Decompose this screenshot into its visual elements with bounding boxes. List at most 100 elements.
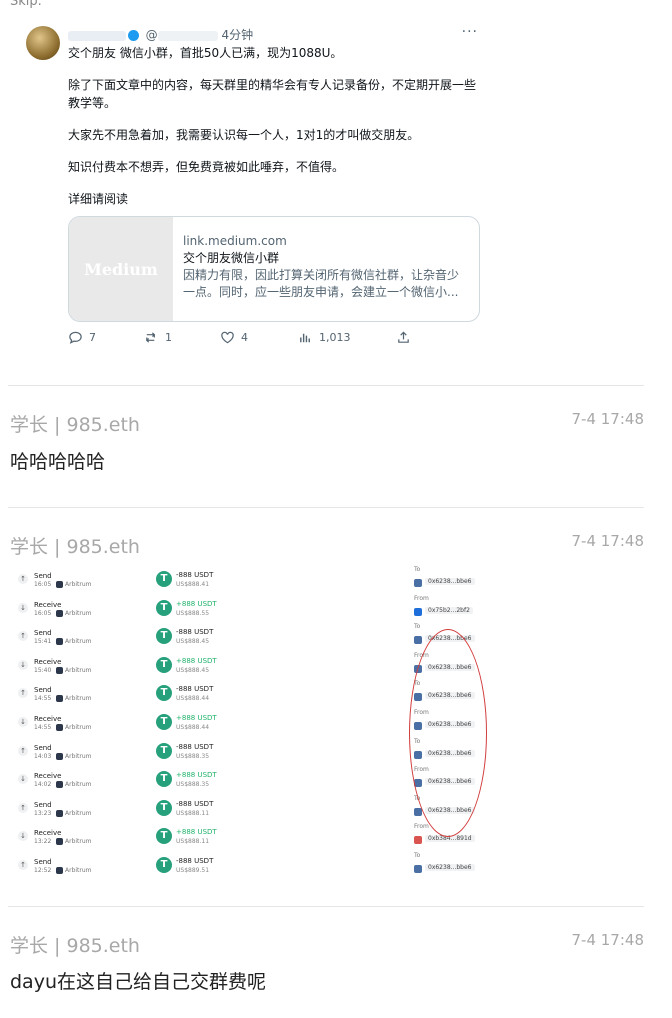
views-count: 1,013 xyxy=(319,331,351,344)
retweet-button[interactable]: 1 xyxy=(144,330,172,345)
arrow-up-icon: ↑ xyxy=(18,688,28,699)
transaction-row[interactable]: ↓ Receive 13:22 Arbitrum T +888 USDT US$888.11… xyxy=(14,823,484,851)
medium-logo: Medium xyxy=(69,217,173,321)
tx-amount: -888 USDT xyxy=(176,628,214,637)
comment-username[interactable]: 学长 | 985.eth xyxy=(10,532,140,559)
tweet-time: 4分钟 xyxy=(221,28,254,42)
like-button[interactable]: 4 xyxy=(220,330,248,345)
tx-amount: -888 USDT xyxy=(176,857,214,865)
tx-network: Arbitrum xyxy=(65,867,92,874)
tx-type: Receive xyxy=(34,772,62,781)
arbitrum-icon xyxy=(56,638,63,646)
comment-username[interactable]: 学长 | 985.eth xyxy=(10,931,140,958)
like-count: 4 xyxy=(241,331,248,344)
tx-direction-label: From xyxy=(414,823,429,831)
tx-amount: -888 USDT xyxy=(176,571,214,579)
tweet-paragraph: 除了下面文章中的内容，每天群里的精华会有专人记录备份，不定期开展一些教学等。 xyxy=(68,78,477,110)
usdt-icon: T xyxy=(156,599,172,616)
tx-amount: +888 USDT xyxy=(176,599,217,608)
arrow-down-icon: ↓ xyxy=(18,774,28,785)
tx-time: 14:03 xyxy=(34,752,52,760)
link-preview-card[interactable]: Medium link.medium.com 交个朋友微信小群 因精力有限，因此… xyxy=(68,216,480,322)
arrow-down-icon: ↓ xyxy=(18,831,28,842)
tx-address[interactable]: 0x6238...bbe6 xyxy=(425,578,475,585)
tx-network: Arbitrum xyxy=(65,666,92,674)
tx-type: Receive xyxy=(34,657,62,666)
usdt-icon: T xyxy=(156,857,172,873)
tx-network: Arbitrum xyxy=(65,781,92,789)
tx-time: 14:02 xyxy=(34,781,52,789)
tx-usd-value: US$888.45 xyxy=(176,638,210,646)
tx-amount: +888 USDT xyxy=(176,771,217,780)
share-button[interactable] xyxy=(396,330,411,345)
transaction-row[interactable]: ↓ Receive 15:40 Arbitrum T +888 USDT US$888.45… xyxy=(14,652,484,680)
arbitrum-icon xyxy=(56,695,63,703)
tx-amount: -888 USDT xyxy=(176,799,214,808)
transaction-screenshot[interactable]: ↑ Send 12:52 Arbitrum T -888 USDT US$889.51 To 0… xyxy=(14,562,487,882)
tx-address[interactable]: 0x6238...bbe6 xyxy=(425,864,475,871)
transaction-row[interactable]: ↑ Send 13:23 Arbitrum T -888 USDT US$888.11 To 0… xyxy=(14,795,484,823)
tx-usd-value: US$888.45 xyxy=(176,666,210,674)
tx-amount: +888 USDT xyxy=(176,656,217,665)
divider xyxy=(8,906,644,907)
tx-time: 15:41 xyxy=(34,638,52,646)
divider xyxy=(8,507,644,508)
arrow-down-icon: ↓ xyxy=(18,602,28,613)
tx-type: Send xyxy=(34,743,52,752)
tx-usd-value: US$888.44 xyxy=(176,724,210,731)
tx-amount: +888 USDT xyxy=(176,828,217,837)
tx-direction-label: To xyxy=(414,566,421,573)
reply-icon xyxy=(69,331,82,344)
tx-time: 12:52 xyxy=(34,867,52,874)
red-circle-annotation xyxy=(409,629,487,837)
tx-type: Send xyxy=(34,800,52,809)
divider xyxy=(8,385,644,386)
tx-direction-label: To xyxy=(414,852,421,859)
tx-amount: -888 USDT xyxy=(176,742,214,751)
link-domain: link.medium.com xyxy=(183,234,287,248)
tx-network: Arbitrum xyxy=(65,752,92,760)
address-avatar-icon xyxy=(414,636,422,645)
arbitrum-icon xyxy=(56,867,63,874)
tx-network: Arbitrum xyxy=(65,695,92,703)
transaction-row[interactable]: ↑ Send 15:41 Arbitrum T -888 USDT US$888.45 To 0… xyxy=(14,623,484,651)
usdt-icon: T xyxy=(156,685,172,702)
tx-usd-value: US$889.51 xyxy=(176,867,210,874)
verified-icon xyxy=(127,30,139,41)
arrow-up-icon: ↑ xyxy=(18,631,28,642)
tx-time: 14:55 xyxy=(34,724,52,731)
tx-usd-value: US$888.11 xyxy=(176,809,210,817)
arbitrum-icon xyxy=(56,581,63,588)
comment-text: 哈哈哈哈哈 xyxy=(10,451,106,473)
arrow-up-icon: ↑ xyxy=(18,574,28,584)
tweet-paragraph: 详细请阅读 xyxy=(68,192,129,206)
tx-time: 16:05 xyxy=(34,609,52,617)
tx-network: Arbitrum xyxy=(65,581,92,588)
comment-text: dayu在这自己给自己交群费呢 xyxy=(10,971,266,993)
arbitrum-icon xyxy=(56,752,63,760)
tx-usd-value: US$888.44 xyxy=(176,695,210,703)
tweet-paragraph: 交个朋友 微信小群，首批50人已满，现为1088U。 xyxy=(68,46,343,60)
address-avatar-icon xyxy=(414,836,422,845)
comment-username[interactable]: 学长 | 985.eth xyxy=(10,410,140,437)
arbitrum-icon xyxy=(56,724,63,731)
transaction-row[interactable]: ↑ Send 16:05 Arbitrum T -888 USDT US$888.41 To 0… xyxy=(14,566,484,594)
arrow-up-icon: ↑ xyxy=(18,745,28,756)
tx-direction-label: To xyxy=(414,623,421,631)
tx-usd-value: US$888.35 xyxy=(176,781,210,789)
usdt-icon: T xyxy=(156,828,172,845)
transaction-row[interactable]: ↓ Receive 16:05 Arbitrum T +888 USDT US$888.55… xyxy=(14,595,484,623)
arbitrum-icon xyxy=(56,838,63,846)
tx-type: Receive xyxy=(34,829,62,838)
tx-direction-label: From xyxy=(414,594,429,602)
views-button[interactable]: 1,013 xyxy=(298,330,351,345)
more-options-icon[interactable]: ··· xyxy=(462,24,478,40)
tx-usd-value: US$888.55 xyxy=(176,609,210,617)
reply-button[interactable]: 7 xyxy=(68,330,96,345)
transaction-row[interactable]: ↑ Send 12:52 Arbitrum T -888 USDT US$889.51 To 0… xyxy=(14,852,484,880)
tx-network: Arbitrum xyxy=(65,838,92,846)
blurred-display-name xyxy=(68,30,126,41)
usdt-icon: T xyxy=(156,628,172,645)
tx-address[interactable]: 0x75b2...2bf2 xyxy=(425,606,473,614)
tx-time: 13:23 xyxy=(34,809,52,817)
